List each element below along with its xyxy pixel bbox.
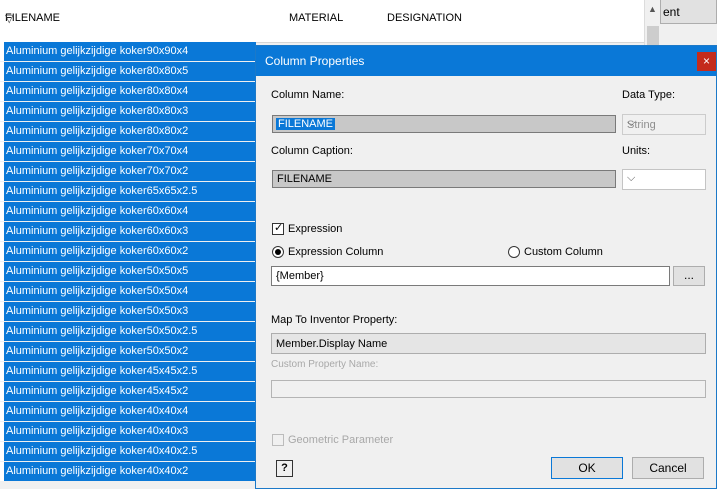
column-name-value: FILENAME [276, 118, 336, 130]
filename-cell: Aluminium gelijkzijdige koker45x45x2 [6, 385, 189, 397]
expression-column-label: Expression Column [288, 246, 384, 258]
filename-cell: Aluminium gelijkzijdige koker70x70x2 [6, 165, 189, 177]
table-row[interactable]: Aluminium gelijkzijdige koker40x40x3 [0, 422, 256, 441]
expression-column-radio[interactable] [272, 246, 284, 258]
table-row[interactable]: Aluminium gelijkzijdige koker40x40x2 [0, 462, 256, 481]
help-icon[interactable]: ? [276, 460, 293, 477]
filter-icon[interactable]: ▽ [5, 12, 281, 41]
filename-cell: Aluminium gelijkzijdige koker50x50x2.5 [6, 325, 198, 337]
filename-cell: Aluminium gelijkzijdige koker60x60x3 [6, 225, 189, 237]
browse-button[interactable]: ... [673, 266, 705, 286]
filename-cell: Aluminium gelijkzijdige koker50x50x5 [6, 265, 189, 277]
table-row[interactable]: Aluminium gelijkzijdige koker70x70x4 [0, 142, 256, 161]
table-row[interactable]: Aluminium gelijkzijdige koker80x80x3 [0, 102, 256, 121]
column-header-label: MATERIAL [289, 12, 344, 24]
dialog-titlebar[interactable]: Column Properties × [256, 46, 716, 76]
table-row[interactable]: Aluminium gelijkzijdige koker60x60x2 [0, 242, 256, 261]
filename-cell: Aluminium gelijkzijdige koker80x80x2 [6, 125, 189, 137]
table-row[interactable]: Aluminium gelijkzijdige koker65x65x2.5 [0, 182, 256, 201]
geometric-parameter-label: Geometric Parameter [288, 434, 394, 446]
table-body: Aluminium gelijkzijdige koker90x90x4 Alum… [0, 42, 256, 482]
column-header-label: DESIGNATION [387, 12, 462, 24]
cancel-button[interactable]: Cancel [632, 457, 704, 479]
table-row[interactable]: Aluminium gelijkzijdige koker50x50x2 [0, 342, 256, 361]
ok-button[interactable]: OK [551, 457, 623, 479]
expression-value: {Member} [276, 270, 324, 282]
filename-cell: Aluminium gelijkzijdige koker50x50x3 [6, 305, 189, 317]
expression-checkbox[interactable]: ✓ [272, 222, 284, 235]
close-button[interactable]: × [697, 52, 716, 71]
table-row[interactable]: Aluminium gelijkzijdige koker80x80x4 [0, 82, 256, 101]
dialog-title: Column Properties [265, 54, 365, 68]
custom-column-label: Custom Column [524, 246, 603, 258]
filename-cell: Aluminium gelijkzijdige koker50x50x4 [6, 285, 189, 297]
filename-cell: Aluminium gelijkzijdige koker80x80x4 [6, 85, 189, 97]
filename-cell: Aluminium gelijkzijdige koker65x65x2.5 [6, 185, 198, 197]
filename-cell: Aluminium gelijkzijdige koker40x40x2.5 [6, 445, 198, 457]
filename-cell: Aluminium gelijkzijdige koker50x50x2 [6, 345, 189, 357]
table-row[interactable]: Aluminium gelijkzijdige koker50x50x2.5 [0, 322, 256, 341]
column-header-filename[interactable]: FILENAME ▽ [0, 0, 285, 42]
column-header-material[interactable]: MATERIAL [284, 0, 383, 42]
chevron-down-icon: ⌵ [627, 172, 636, 184]
column-name-field[interactable]: FILENAME [272, 115, 616, 133]
table-row[interactable]: Aluminium gelijkzijdige koker50x50x5 [0, 262, 256, 281]
table-row[interactable]: Aluminium gelijkzijdige koker60x60x4 [0, 202, 256, 221]
table-row[interactable]: Aluminium gelijkzijdige koker40x40x4 [0, 402, 256, 421]
custom-property-input[interactable] [271, 380, 706, 398]
background-button[interactable]: ent [660, 0, 717, 24]
table-row[interactable]: Aluminium gelijkzijdige koker60x60x3 [0, 222, 256, 241]
custom-column-radio[interactable] [508, 246, 520, 258]
column-caption-label: Column Caption: [271, 145, 353, 157]
radio-dot [275, 249, 281, 255]
column-header-designation[interactable]: DESIGNATION [382, 0, 645, 42]
filename-cell: Aluminium gelijkzijdige koker70x70x4 [6, 145, 189, 157]
column-caption-field[interactable]: FILENAME [272, 170, 616, 188]
filename-cell: Aluminium gelijkzijdige koker80x80x3 [6, 105, 189, 117]
scroll-up-icon[interactable]: ▲ [648, 4, 657, 14]
table-row[interactable]: Aluminium gelijkzijdige koker50x50x4 [0, 282, 256, 301]
filename-cell: Aluminium gelijkzijdige koker80x80x5 [6, 65, 189, 77]
expression-input[interactable]: {Member} [271, 266, 670, 286]
expression-label: Expression [288, 223, 343, 235]
filename-cell: Aluminium gelijkzijdige koker40x40x3 [6, 425, 189, 437]
table-row[interactable]: Aluminium gelijkzijdige koker40x40x2.5 [0, 442, 256, 461]
filename-cell: Aluminium gelijkzijdige koker60x60x2 [6, 245, 189, 257]
map-property-label: Map To Inventor Property: [271, 314, 398, 326]
map-property-select[interactable]: Member.Display Name ⌵ [271, 333, 706, 354]
filename-cell: Aluminium gelijkzijdige koker90x90x4 [6, 45, 189, 57]
custom-property-label: Custom Property Name: [271, 359, 379, 370]
table-row[interactable]: Aluminium gelijkzijdige koker80x80x2 [0, 122, 256, 141]
chevron-down-icon: ⌵ [627, 117, 636, 129]
units-select[interactable]: ⌵ [622, 169, 706, 190]
column-caption-value: FILENAME [277, 173, 333, 185]
table-row[interactable]: Aluminium gelijkzijdige koker90x90x4 [0, 42, 256, 61]
geometric-parameter-checkbox[interactable] [272, 434, 284, 446]
table-header: FILENAME ▽ MATERIAL DESIGNATION [0, 0, 660, 43]
table-row[interactable]: Aluminium gelijkzijdige koker45x45x2.5 [0, 362, 256, 381]
filename-cell: Aluminium gelijkzijdige koker60x60x4 [6, 205, 189, 217]
data-type-select[interactable]: String ⌵ [622, 114, 706, 135]
column-properties-dialog: Column Properties × Column Name: Data Ty… [255, 45, 717, 489]
filename-cell: Aluminium gelijkzijdige koker40x40x2 [6, 465, 189, 477]
table-row[interactable]: Aluminium gelijkzijdige koker70x70x2 [0, 162, 256, 181]
table-row[interactable]: Aluminium gelijkzijdige koker80x80x5 [0, 62, 256, 81]
data-type-label: Data Type: [622, 89, 675, 101]
column-name-label: Column Name: [271, 89, 345, 101]
background-button-label: ent [663, 5, 680, 19]
checkmark-icon: ✓ [274, 222, 284, 234]
units-label: Units: [622, 145, 651, 157]
filename-cell: Aluminium gelijkzijdige koker40x40x4 [6, 405, 189, 417]
filename-cell: Aluminium gelijkzijdige koker45x45x2.5 [6, 365, 198, 377]
table-row[interactable]: Aluminium gelijkzijdige koker50x50x3 [0, 302, 256, 321]
chevron-down-icon: ⌵ [276, 336, 285, 348]
table-row[interactable]: Aluminium gelijkzijdige koker45x45x2 [0, 382, 256, 401]
